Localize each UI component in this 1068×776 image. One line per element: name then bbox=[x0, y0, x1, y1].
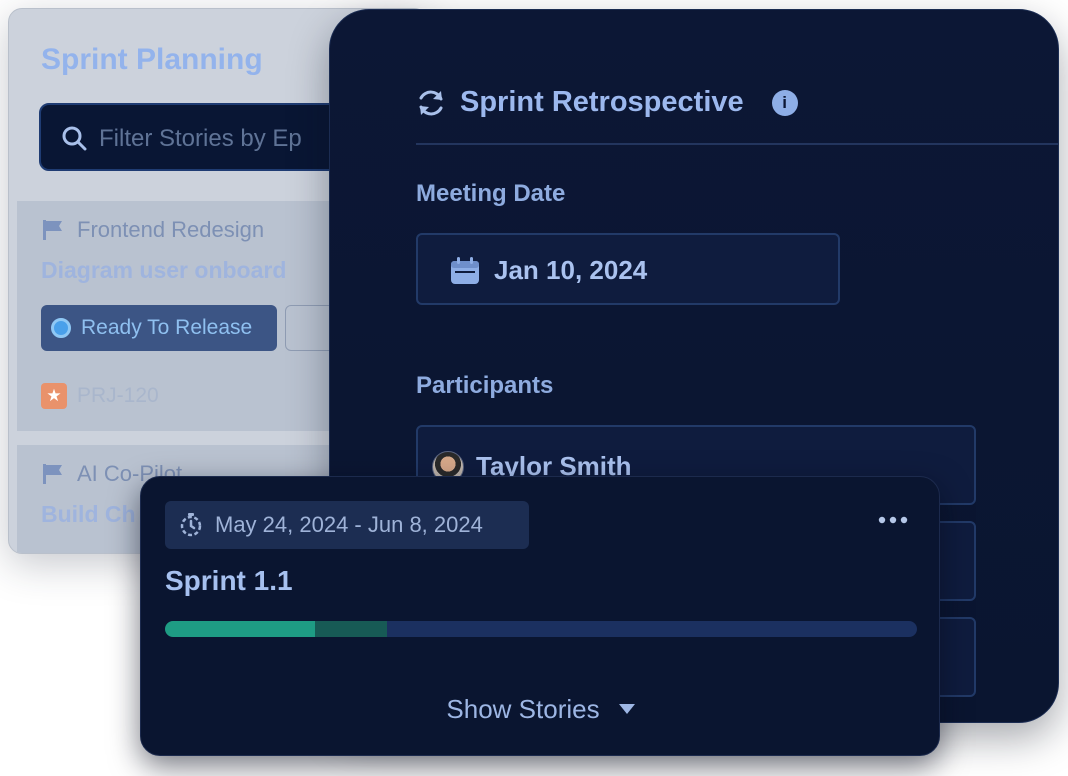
sprint-card: May 24, 2024 - Jun 8, 2024 Sprint 1.1 Sh… bbox=[140, 476, 940, 756]
calendar-icon bbox=[451, 257, 479, 284]
info-icon[interactable]: i bbox=[771, 89, 798, 116]
more-options-icon[interactable] bbox=[877, 515, 909, 525]
participants-label: Participants bbox=[416, 372, 554, 399]
caret-down-icon bbox=[618, 704, 635, 714]
retrospective-title: Sprint Retrospective bbox=[460, 86, 744, 118]
meeting-date-value: Jan 10, 2024 bbox=[494, 255, 648, 285]
status-badge[interactable]: Ready To Release bbox=[41, 305, 277, 351]
sprint-progress-bar bbox=[165, 621, 917, 637]
story-title[interactable]: Build Ch bbox=[41, 501, 136, 528]
sprint-name: Sprint 1.1 bbox=[165, 565, 293, 596]
meeting-date-field[interactable]: Jan 10, 2024 bbox=[416, 233, 840, 305]
sync-icon bbox=[419, 90, 443, 115]
search-icon bbox=[62, 126, 87, 151]
search-placeholder: Filter Stories by Ep bbox=[99, 125, 302, 152]
epic-row: Frontend Redesign bbox=[41, 217, 264, 243]
story-title[interactable]: Diagram user onboard bbox=[41, 257, 286, 284]
story-id: PRJ-120 bbox=[77, 384, 159, 407]
star-icon: ★ bbox=[41, 383, 67, 409]
timer-icon bbox=[180, 513, 202, 537]
show-stories-label: Show Stories bbox=[446, 693, 600, 724]
divider bbox=[416, 143, 1058, 145]
sprint-date-range: May 24, 2024 - Jun 8, 2024 bbox=[215, 512, 483, 537]
retrospective-header: Sprint Retrospective i bbox=[416, 86, 798, 119]
progress-completed bbox=[165, 621, 316, 637]
meeting-date-label: Meeting Date bbox=[416, 180, 566, 207]
planning-title: Sprint Planning bbox=[41, 43, 263, 76]
flag-icon bbox=[43, 464, 62, 484]
status-dot-icon bbox=[51, 318, 71, 338]
epic-name: Frontend Redesign bbox=[77, 217, 265, 242]
story-id-row: ★ PRJ-120 bbox=[41, 383, 159, 409]
status-label: Ready To Release bbox=[81, 316, 253, 339]
show-stories-button[interactable]: Show Stories bbox=[141, 687, 939, 731]
flag-icon bbox=[43, 220, 62, 240]
sprint-date-range-badge: May 24, 2024 - Jun 8, 2024 bbox=[165, 501, 529, 549]
